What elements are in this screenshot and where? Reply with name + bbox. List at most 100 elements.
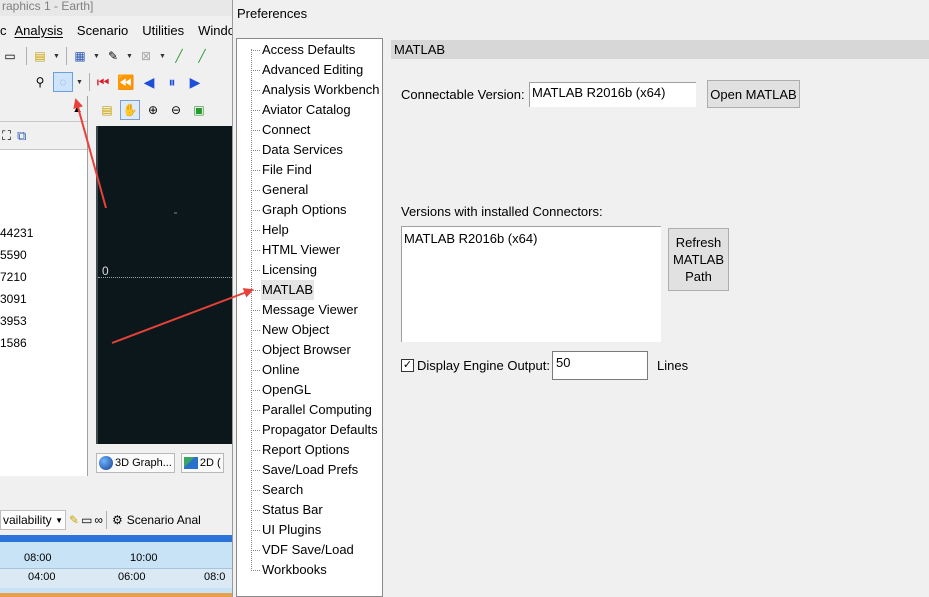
tree-item-label: Aviator Catalog [262,102,351,117]
scenario-analysis-label: Scenario Anal [126,513,201,527]
tree-item-opengl[interactable]: OpenGL [237,380,383,400]
tree-item-label: Analysis Workbench [262,82,380,97]
scroll-up-icon[interactable]: ▲ [72,103,83,115]
tree-item-label: MATLAB [261,280,315,300]
copy-icon[interactable]: ⧉ [17,128,26,144]
tree-item-data-services[interactable]: Data Services [237,140,383,160]
tree-item-connect[interactable]: Connect [237,120,383,140]
chevron-down-icon[interactable]: ▼ [76,72,84,92]
menu-bar: c Analysis Scenario Utilities Windo [0,19,232,41]
refresh-icon[interactable]: ◌ [53,72,73,92]
list-item: 3953 [0,314,27,328]
globe-icon [99,456,113,470]
tree-item-label: Connect [262,122,311,137]
tree-item-object-browser[interactable]: Object Browser [237,340,383,360]
connectable-version-label: Connectable Version: [401,87,525,102]
link-icon[interactable]: ∞ [94,513,103,527]
open-matlab-button[interactable]: Open MATLAB [707,80,800,108]
report-icon[interactable]: ▦ [70,46,90,66]
tree-item-new-object[interactable]: New Object [237,320,383,340]
tree-item-label: VDF Save/Load [262,542,354,557]
toolbar-1: ▭ ▤ ▼ ▦ ▼ ✎ ▼ ⊠ ▼ ╱ ╱ [0,43,232,69]
tree-item-label: Save/Load Prefs [262,462,359,477]
reset-animation-icon[interactable]: ⏮ [93,72,113,92]
save-icon[interactable]: ▭ [0,46,20,66]
tree-item-vdf-save-load[interactable]: VDF Save/Load [237,540,383,560]
disabled-tool-icon[interactable]: ⊠ [136,46,156,66]
tree-item-graph-options[interactable]: Graph Options [237,200,383,220]
notes-2-icon[interactable]: ▤ [97,100,117,120]
time-slider-bar[interactable] [0,535,232,542]
object-values-list: 44231 5590 7210 3091 3953 1586 [0,222,33,354]
search-icon[interactable]: ⚲ [30,72,50,92]
tree-item-ui-plugins[interactable]: UI Plugins [237,520,383,540]
tree-item-help[interactable]: Help [237,220,383,240]
window-title: raphics 1 - Earth] [0,0,232,16]
pencil-icon[interactable]: ✎ [69,513,79,527]
refresh-matlab-path-button[interactable]: Refresh MATLAB Path [668,228,729,291]
chevron-down-icon[interactable]: ▼ [159,46,167,66]
tree-item-label: Licensing [262,262,317,277]
view-3d-icon[interactable]: ▣ [189,100,209,120]
list-item: 1586 [0,336,27,350]
tab-3d-graphics[interactable]: 3D Graph... [96,453,175,473]
tree-item-report-options[interactable]: Report Options [237,440,383,460]
menu-item-file-fragment[interactable]: c [0,23,7,38]
tree-item-workbooks[interactable]: Workbooks [237,560,383,580]
tree-item-label: HTML Viewer [262,242,341,257]
view-tabs: 3D Graph... 2D ( [96,451,232,475]
display-engine-checkbox[interactable]: ✓ [401,359,414,372]
menu-item-scenario[interactable]: Scenario [77,23,128,38]
tree-item-message-viewer[interactable]: Message Viewer [237,300,383,320]
notes-icon[interactable]: ▤ [30,46,50,66]
chevron-down-icon[interactable]: ▼ [126,46,134,66]
tree-item-general[interactable]: General [237,180,383,200]
preferences-dialog: Preferences Access Defaults Advanced Edit… [232,0,929,597]
binoculars-icon[interactable]: ⛶ [2,128,11,144]
tree-item-propagator-defaults[interactable]: Propagator Defaults [237,420,383,440]
star-dot [174,212,177,214]
list-item[interactable]: MATLAB R2016b (x64) [404,231,659,246]
play-reverse-icon[interactable]: ◀ [139,72,159,92]
tree-item-status-bar[interactable]: Status Bar [237,500,383,520]
tree-item-save-load-prefs[interactable]: Save/Load Prefs [237,460,383,480]
scenario-gear-icon[interactable]: ⚙ [112,513,123,527]
tree-item-html-viewer[interactable]: HTML Viewer [237,240,383,260]
map-2d-icon [183,457,198,469]
connectable-version-field[interactable]: MATLAB R2016b (x64) [529,82,696,107]
tree-item-aviator-catalog[interactable]: Aviator Catalog [237,100,383,120]
zoom-out-icon[interactable]: ⊖ [166,100,186,120]
engine-output-lines-input[interactable]: 50 [552,351,648,380]
chevron-down-icon[interactable]: ▼ [53,46,61,66]
tree-item-parallel-computing[interactable]: Parallel Computing [237,400,383,420]
installed-versions-list[interactable]: MATLAB R2016b (x64) [401,226,661,342]
tree-item-label: Propagator Defaults [262,422,378,437]
menu-item-window[interactable]: Windo [198,23,232,38]
pan-hand-icon[interactable]: ✋ [120,100,140,120]
tree-item-search[interactable]: Search [237,480,383,500]
timeline-ruler: 08:00 10:00 04:00 06:00 08:0 [0,542,232,597]
tree-item-advanced-editing[interactable]: Advanced Editing [237,60,383,80]
zoom-in-icon[interactable]: ⊕ [143,100,163,120]
timeline-combo[interactable]: vailability ▼ [0,510,66,530]
menu-item-utilities[interactable]: Utilities [142,23,184,38]
tree-item-file-find[interactable]: File Find [237,160,383,180]
menu-item-analysis[interactable]: Analysis [15,23,63,38]
line-tool-icon[interactable]: ╱ [169,46,189,66]
save-icon[interactable]: ▭ [81,513,92,527]
tree-item-licensing[interactable]: Licensing [237,260,383,280]
preferences-tree: Access Defaults Advanced Editing Analysis … [236,38,383,597]
tree-item-label: Help [262,222,289,237]
tree-item-access-defaults[interactable]: Access Defaults [237,40,383,60]
tab-2d-graphics[interactable]: 2D ( [180,453,224,473]
3d-graphics-viewport[interactable]: 0 [96,126,232,444]
properties-icon[interactable]: ✎ [103,46,123,66]
step-back-icon[interactable]: ⏪ [116,72,136,92]
tree-item-matlab[interactable]: MATLAB [237,280,383,300]
chevron-down-icon[interactable]: ▼ [93,46,101,66]
pause-icon[interactable]: ⏸ [162,72,182,92]
line-tool-2-icon[interactable]: ╱ [192,46,212,66]
tree-item-online[interactable]: Online [237,360,383,380]
tree-item-analysis-workbench[interactable]: Analysis Workbench [237,80,383,100]
play-forward-icon[interactable]: ▶ [185,72,205,92]
